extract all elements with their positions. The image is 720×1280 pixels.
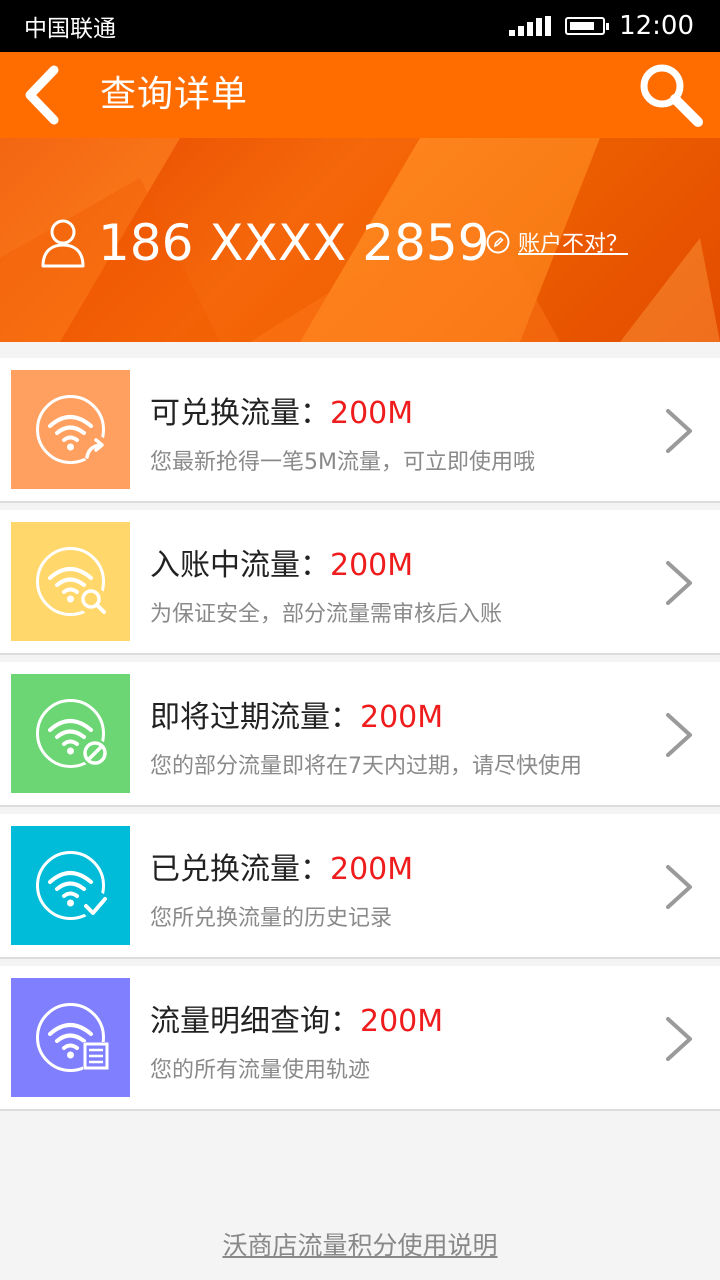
wrong-account-label: 账户不对？ (518, 232, 629, 257)
list-item-expiring[interactable]: 即将过期流量：200M 您的部分流量即将在7天内过期，请尽快使用 (0, 662, 720, 807)
chevron-right-icon (666, 865, 692, 909)
usage-instructions-link[interactable]: 沃商店流量积分使用说明 (0, 1226, 720, 1262)
status-indicators: 12:00 (509, 11, 694, 41)
chevron-right-icon (666, 561, 692, 605)
item-description: 您的所有流量使用轨迹 (150, 1058, 371, 1083)
list-item-details[interactable]: 流量明细查询：200M 您的所有流量使用轨迹 (0, 966, 720, 1111)
list-item-pending[interactable]: 入账中流量：200M 为保证安全，部分流量需审核后入账 (0, 510, 720, 655)
page-title: 查询详单 (100, 74, 249, 115)
account-banner: 186 XXXX 2859 账户不对？ (0, 138, 720, 342)
chevron-right-icon (666, 713, 692, 757)
item-icon-box (11, 826, 130, 945)
signal-bars-icon (509, 16, 552, 36)
wrong-account-link[interactable]: 账户不对？ (486, 226, 628, 258)
wifi-detail-icon (11, 978, 130, 1097)
app-header: 查询详单 (0, 52, 720, 138)
search-icon (640, 64, 703, 127)
item-description: 为保证安全，部分流量需审核后入账 (150, 602, 503, 627)
item-icon-box (11, 522, 130, 641)
wifi-search-icon (11, 522, 130, 641)
item-description: 您最新抢得一笔5M流量，可立即使用哦 (150, 450, 535, 475)
item-description: 您的部分流量即将在7天内过期，请尽快使用 (150, 754, 582, 779)
list-item-redeemed[interactable]: 已兑换流量：200M 您所兑换流量的历史记录 (0, 814, 720, 959)
phone-number: 186 XXXX 2859 (98, 214, 490, 272)
item-value: 200M (330, 548, 414, 583)
battery-icon (565, 17, 610, 35)
chevron-left-icon (25, 65, 59, 125)
flow-list: 可兑换流量：200M 您最新抢得一笔5M流量，可立即使用哦 入账中流量：200M… (0, 358, 720, 1118)
list-item-redeemable[interactable]: 可兑换流量：200M 您最新抢得一笔5M流量，可立即使用哦 (0, 358, 720, 503)
clock: 12:00 (619, 11, 694, 41)
chevron-right-icon (666, 1017, 692, 1061)
chevron-right-icon (666, 409, 692, 453)
search-button[interactable] (636, 60, 706, 130)
item-title: 流量明细查询：200M (150, 1004, 444, 1039)
user-icon (41, 219, 85, 268)
edit-icon (486, 230, 510, 254)
item-value: 200M (330, 852, 414, 887)
wifi-expire-icon (11, 674, 130, 793)
back-button[interactable] (18, 62, 78, 128)
item-title: 已兑换流量：200M (150, 852, 414, 887)
item-title: 可兑换流量：200M (150, 396, 414, 431)
item-value: 200M (360, 1004, 444, 1039)
item-icon-box (11, 370, 130, 489)
carrier-name: 中国联通 (24, 16, 116, 42)
item-title: 入账中流量：200M (150, 548, 414, 583)
item-title: 即将过期流量：200M (150, 700, 444, 735)
wifi-check-icon (11, 826, 130, 945)
status-bar: 中国联通 12:00 (0, 0, 720, 52)
wifi-share-icon (11, 370, 130, 489)
item-description: 您所兑换流量的历史记录 (150, 906, 393, 931)
item-icon-box (11, 674, 130, 793)
item-value: 200M (360, 700, 444, 735)
item-icon-box (11, 978, 130, 1097)
item-value: 200M (330, 396, 414, 431)
